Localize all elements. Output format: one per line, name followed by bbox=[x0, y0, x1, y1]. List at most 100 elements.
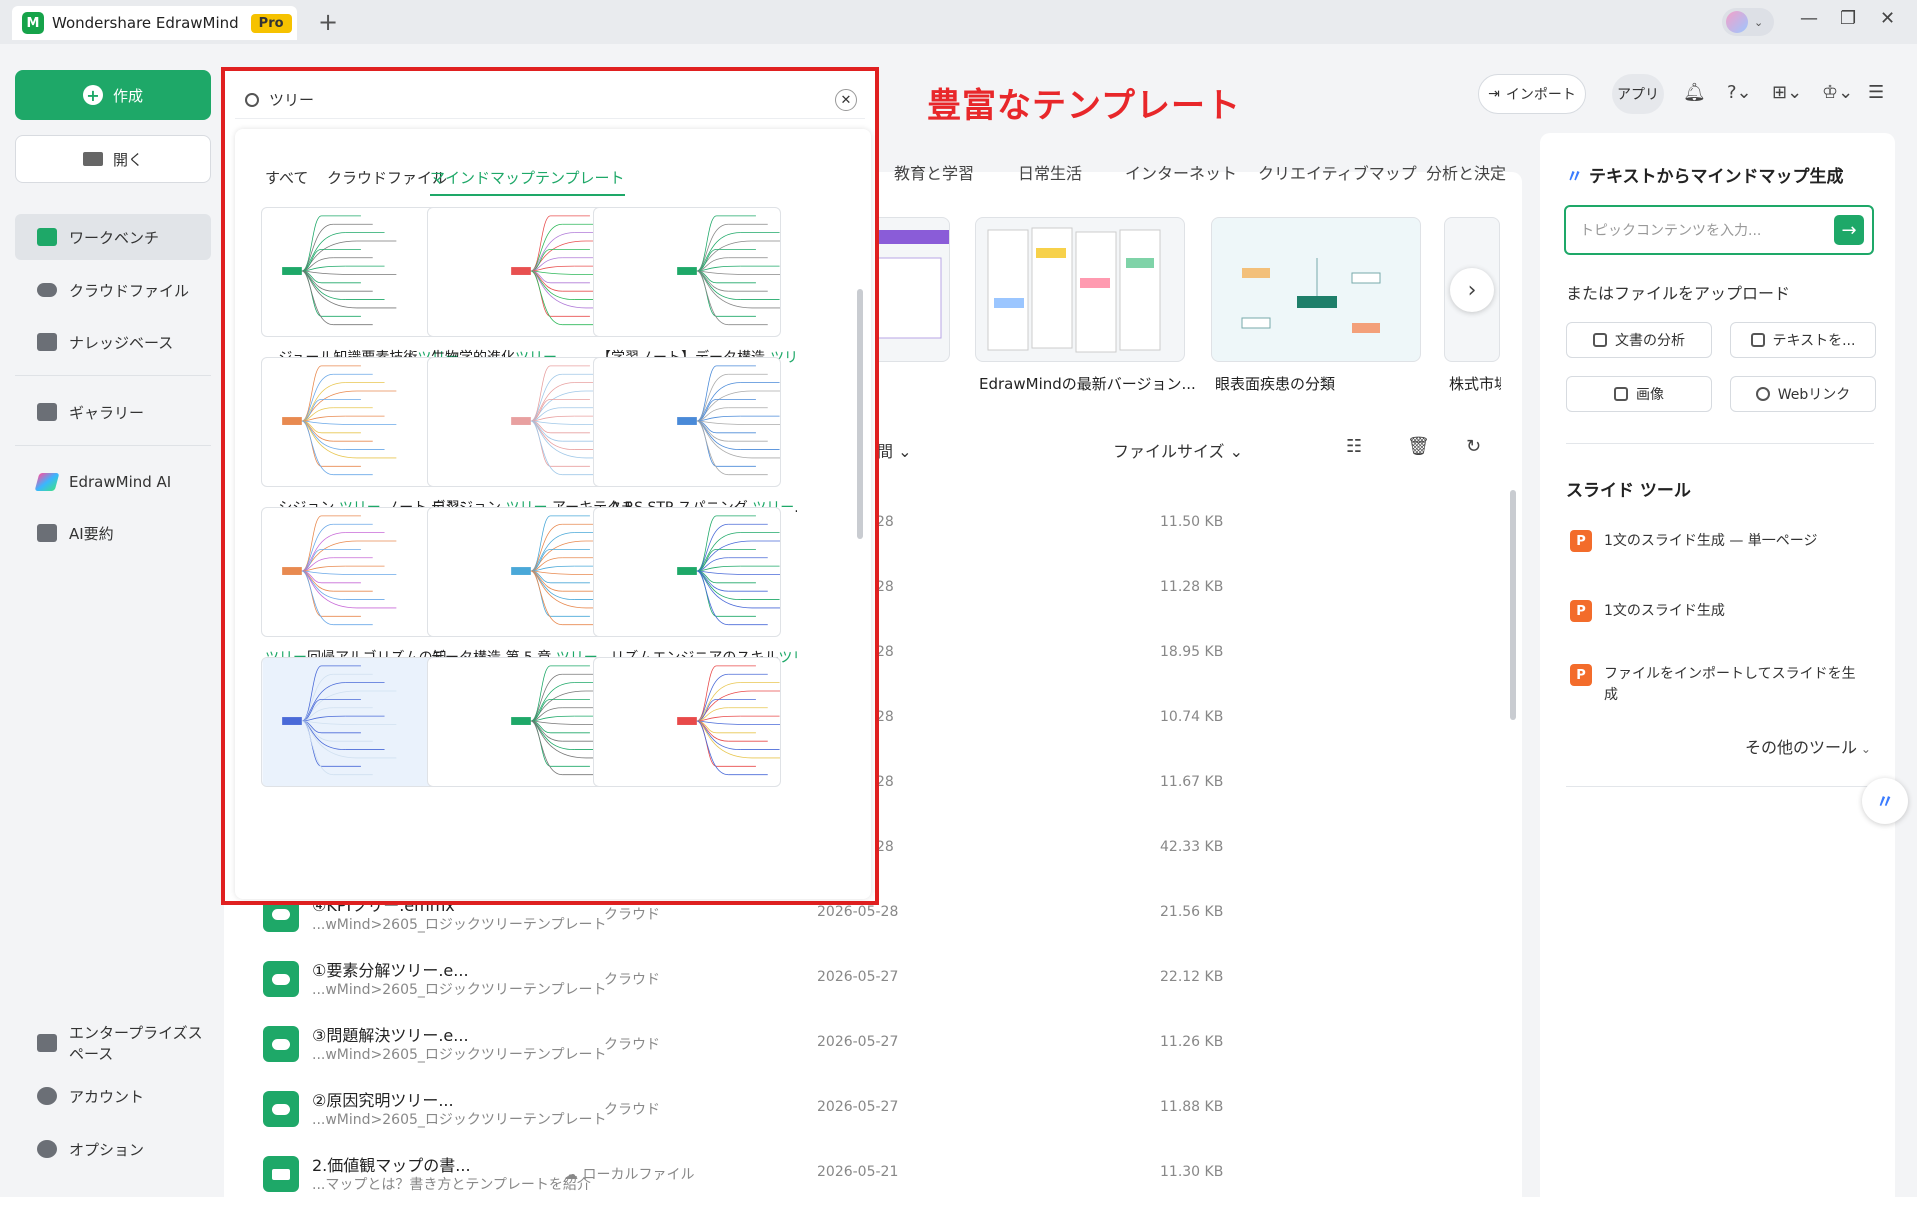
template-thumbnail bbox=[511, 515, 614, 626]
template-card[interactable] bbox=[593, 207, 781, 337]
results-scrollbar[interactable] bbox=[857, 289, 863, 539]
workbench-icon bbox=[37, 228, 57, 246]
sidebar-item-ai-summary[interactable]: AI要約 bbox=[15, 510, 211, 556]
text-to-mindmap-title: 〃テキストからマインドマップ生成 bbox=[1566, 162, 1844, 187]
sidebar-item-label: アカウント bbox=[69, 1087, 145, 1106]
import-button[interactable]: ⇥ インポート bbox=[1478, 74, 1586, 114]
template-thumbnail[interactable] bbox=[975, 217, 1185, 362]
template-card[interactable] bbox=[593, 657, 781, 787]
file-size: 11.28 KB bbox=[1160, 579, 1224, 595]
template-card[interactable] bbox=[427, 507, 615, 637]
more-tools-link[interactable]: その他のツール ⌄ bbox=[1745, 734, 1871, 758]
create-button[interactable]: + 作成 bbox=[15, 70, 211, 120]
minimize-icon[interactable]: — bbox=[1800, 8, 1818, 29]
slide-tool-one-sentence[interactable]: P 1文のスライド生成 bbox=[1570, 600, 1725, 622]
sidebar-item-enterprise[interactable]: エンタープライズスペース bbox=[15, 1020, 211, 1066]
cloud-file-icon bbox=[263, 961, 299, 997]
tab-cloud-files[interactable]: クラウドファイル bbox=[327, 167, 447, 188]
user-avatar-menu[interactable]: ⌄ bbox=[1722, 8, 1774, 36]
file-location: クラウド bbox=[604, 1102, 660, 1118]
close-window-icon[interactable]: ✕ bbox=[1880, 8, 1895, 29]
trash-icon[interactable]: 🗑︎ bbox=[1407, 436, 1430, 457]
search-overlay: ツリー ✕ すべて クラウドファイル マインドマップテンプレート ...ジュール… bbox=[221, 67, 879, 905]
chevron-right-icon[interactable]: › bbox=[1450, 268, 1494, 312]
analyze-document-button[interactable]: 文書の分析 bbox=[1566, 322, 1712, 358]
book-icon bbox=[37, 333, 57, 351]
web-link-button[interactable]: Webリンク bbox=[1730, 376, 1876, 412]
template-card[interactable] bbox=[261, 657, 449, 787]
file-path: ...wMind>2605_ロジックツリーテンプレート bbox=[312, 982, 607, 998]
category-daily-life[interactable]: 日常生活 bbox=[1018, 160, 1082, 184]
template-card[interactable] bbox=[427, 657, 615, 787]
list-view-icon[interactable]: ☷ bbox=[1346, 436, 1362, 457]
template-card[interactable] bbox=[427, 357, 615, 487]
file-size: 18.95 KB bbox=[1160, 644, 1224, 660]
category-internet[interactable]: インターネット bbox=[1125, 160, 1237, 184]
thumbnail-image bbox=[987, 227, 1161, 353]
create-label: 作成 bbox=[112, 86, 143, 105]
column-time-header[interactable]: 間 ⌄ bbox=[877, 438, 912, 462]
template-caption: 株式市場 bbox=[1449, 375, 1501, 393]
table-row[interactable]: ①要素分解ツリー.e... ...wMind>2605_ロジックツリーテンプレー… bbox=[260, 955, 1490, 1015]
file-name: ③問題解決ツリー.e... bbox=[312, 1026, 469, 1045]
sidebar-item-ai[interactable]: EdrawMind AI bbox=[15, 459, 211, 505]
template-card[interactable] bbox=[261, 207, 449, 337]
slide-tool-import[interactable]: P ファイルをインポートしてスライドを生 成 bbox=[1570, 664, 1860, 706]
grid-apps-icon[interactable]: ⊞⌄ bbox=[1772, 82, 1802, 103]
gallery-icon bbox=[37, 403, 57, 421]
table-row[interactable]: 2.価値観マップの書... ...マップとは？書き方とテンプレートを紹介 ☁︎ … bbox=[260, 1150, 1490, 1210]
tab-all[interactable]: すべて bbox=[265, 167, 308, 188]
template-card[interactable] bbox=[427, 207, 615, 337]
category-creative-map[interactable]: クリエイティブマップ bbox=[1258, 160, 1417, 184]
apps-button[interactable]: アプリ bbox=[1612, 74, 1664, 114]
slide-tool-single-page[interactable]: P 1文のスライド生成 — 単一ページ bbox=[1570, 530, 1818, 552]
template-caption: EdrawMindの最新バージョン... bbox=[979, 375, 1196, 393]
template-thumbnail bbox=[511, 365, 614, 476]
restore-icon[interactable]: ❐ bbox=[1840, 8, 1856, 29]
bell-icon[interactable]: 🔔︎ bbox=[1683, 82, 1706, 103]
sidebar-item-cloud[interactable]: クラウドファイル bbox=[15, 267, 211, 313]
pro-badge: Pro bbox=[250, 13, 292, 33]
import-icon: ⇥ bbox=[1488, 86, 1500, 102]
column-size-header[interactable]: ファイルサイズ ⌄ bbox=[1113, 438, 1243, 462]
image-button[interactable]: 画像 bbox=[1566, 376, 1712, 412]
file-date: 2026-05-27 bbox=[817, 1099, 899, 1115]
sidebar-item-options[interactable]: オプション bbox=[15, 1126, 211, 1172]
shirt-theme-icon[interactable]: ♔⌄ bbox=[1822, 82, 1853, 103]
help-icon[interactable]: ?⌄ bbox=[1727, 82, 1752, 103]
sidebar-item-workbench[interactable]: ワークベンチ bbox=[15, 214, 211, 260]
open-button[interactable]: 開く bbox=[15, 135, 211, 183]
tool-label: 1文のスライド生成 bbox=[1604, 603, 1725, 619]
clear-search-icon[interactable]: ✕ bbox=[835, 89, 857, 111]
app-tab[interactable]: M Wondershare EdrawMind Pro bbox=[12, 6, 297, 40]
topic-input[interactable]: トピックコンテンツを入力... bbox=[1564, 205, 1874, 255]
table-row[interactable]: ③問題解決ツリー.e... ...wMind>2605_ロジックツリーテンプレー… bbox=[260, 1020, 1490, 1080]
sidebar-item-knowledge[interactable]: ナレッジベース bbox=[15, 319, 211, 365]
search-input[interactable]: ツリー ✕ bbox=[235, 81, 865, 119]
template-thumbnail bbox=[677, 215, 780, 326]
list-scrollbar[interactable] bbox=[1510, 490, 1516, 720]
template-card[interactable] bbox=[261, 507, 449, 637]
table-row[interactable]: ②原因究明ツリー... ...wMind>2605_ロジックツリーテンプレート … bbox=[260, 1085, 1490, 1145]
category-education[interactable]: 教育と学習 bbox=[894, 160, 974, 184]
submit-arrow-icon[interactable]: → bbox=[1834, 215, 1864, 245]
refresh-icon[interactable]: ↻ bbox=[1466, 436, 1481, 457]
tab-mindmap-templates[interactable]: マインドマップテンプレート bbox=[430, 167, 625, 196]
template-thumbnail bbox=[282, 515, 397, 626]
template-thumbnail[interactable] bbox=[1211, 217, 1421, 362]
template-thumbnail bbox=[262, 658, 448, 786]
sidebar-item-account[interactable]: アカウント bbox=[15, 1073, 211, 1119]
template-card[interactable] bbox=[593, 507, 781, 637]
caption-text: ... bbox=[794, 500, 797, 516]
new-tab-plus-icon[interactable]: + bbox=[318, 8, 338, 36]
template-card[interactable] bbox=[593, 357, 781, 487]
divider bbox=[15, 375, 211, 376]
template-card[interactable] bbox=[261, 357, 449, 487]
menu-collapse-icon[interactable]: ☰ bbox=[1868, 82, 1884, 103]
category-analysis[interactable]: 分析と決定 bbox=[1426, 160, 1506, 184]
file-path: ...wMind>2605_ロジックツリーテンプレート bbox=[312, 917, 607, 933]
text-button[interactable]: テキストを... bbox=[1730, 322, 1876, 358]
divider bbox=[1566, 786, 1874, 787]
floating-ai-button-icon[interactable]: 〃 bbox=[1862, 778, 1908, 824]
sidebar-item-gallery[interactable]: ギャラリー bbox=[15, 389, 211, 435]
